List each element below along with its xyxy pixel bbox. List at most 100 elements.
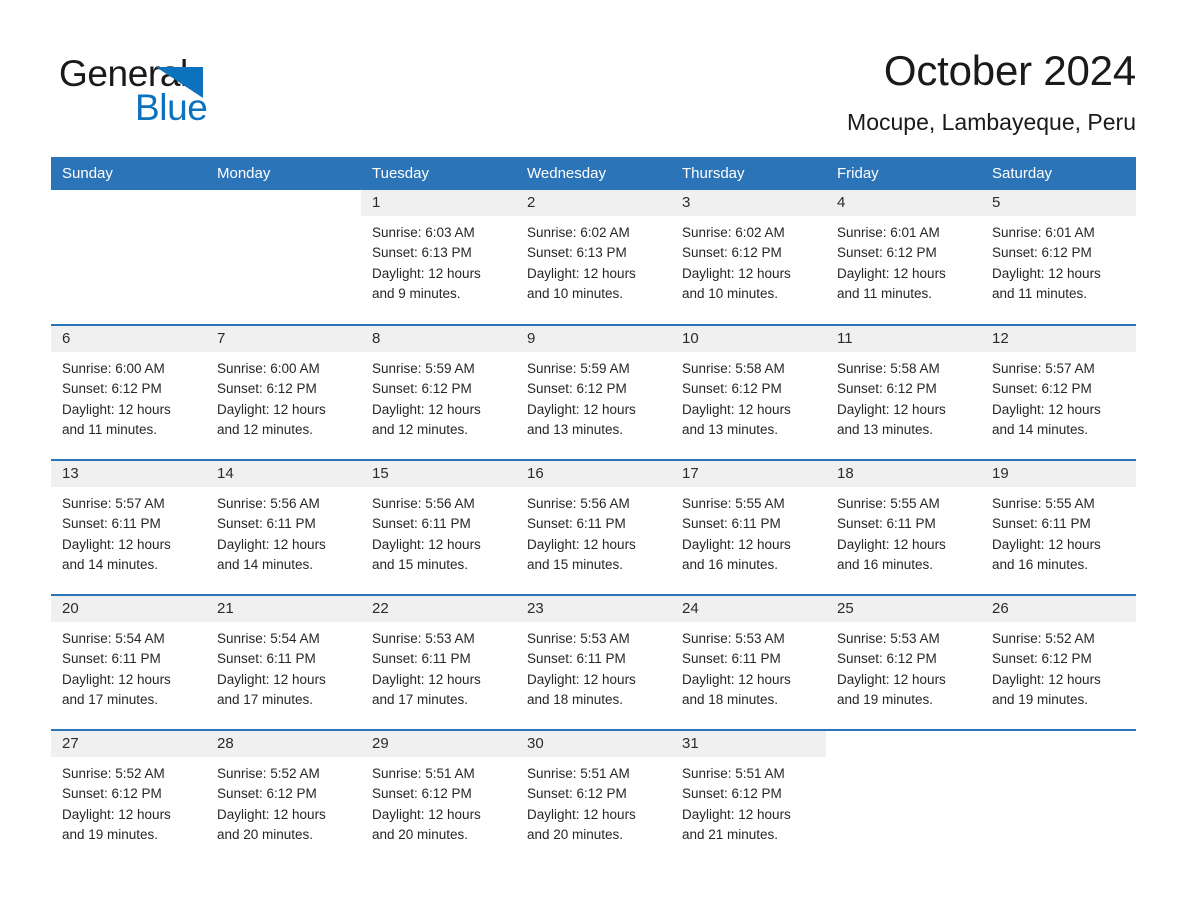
calendar-week-row: 13 Sunrise: 5:57 AM Sunset: 6:11 PM Dayligh… <box>51 459 1136 595</box>
day-cell-10[interactable]: 10 Sunrise: 5:58 AM Sunset: 6:12 PM Dayligh… <box>671 326 826 459</box>
day-cell-26[interactable]: 26 Sunrise: 5:52 AM Sunset: 6:12 PM Dayligh… <box>981 596 1136 729</box>
day-cell-24[interactable]: 24 Sunrise: 5:53 AM Sunset: 6:11 PM Dayligh… <box>671 596 826 729</box>
day-details: Sunrise: 5:56 AM Sunset: 6:11 PM Daylight:… <box>206 487 361 575</box>
sunset-text: Sunset: 6:11 PM <box>62 516 161 532</box>
day-cell-7[interactable]: 7 Sunrise: 6:00 AM Sunset: 6:12 PM Daylight… <box>206 326 361 459</box>
calendar-day-cell: 10 Sunrise: 5:58 AM Sunset: 6:12 PM Dayligh… <box>671 324 826 460</box>
daylight-text-line2: and 17 minutes. <box>372 691 469 707</box>
day-number: 6 <box>51 326 206 352</box>
daylight-text-line1: Daylight: 12 hours <box>682 671 791 687</box>
day-cell-5[interactable]: 5 Sunrise: 6:01 AM Sunset: 6:12 PM Daylight… <box>981 190 1136 324</box>
day-details: Sunrise: 6:00 AM Sunset: 6:12 PM Daylight:… <box>206 352 361 440</box>
sunset-text: Sunset: 6:11 PM <box>217 651 316 667</box>
sunset-text: Sunset: 6:11 PM <box>527 651 626 667</box>
sunrise-sunset-calendar: Sunday Monday Tuesday Wednesday Thursday Frid… <box>51 157 1136 865</box>
sunrise-text: Sunrise: 5:51 AM <box>527 766 630 781</box>
daylight-text-line2: and 14 minutes. <box>992 421 1089 437</box>
calendar-week-row: 27 Sunrise: 5:52 AM Sunset: 6:12 PM Dayligh… <box>51 729 1136 865</box>
daylight-text-line1: Daylight: 12 hours <box>62 806 171 822</box>
day-cell-18[interactable]: 18 Sunrise: 5:55 AM Sunset: 6:11 PM Dayligh… <box>826 461 981 594</box>
calendar-day-cell <box>981 729 1136 865</box>
day-cell-6[interactable]: 6 Sunrise: 6:00 AM Sunset: 6:12 PM Daylight… <box>51 326 206 459</box>
day-cell-9[interactable]: 9 Sunrise: 5:59 AM Sunset: 6:12 PM Daylight… <box>516 326 671 459</box>
daylight-text-line1: Daylight: 12 hours <box>837 671 946 687</box>
day-cell-16[interactable]: 16 Sunrise: 5:56 AM Sunset: 6:11 PM Dayligh… <box>516 461 671 594</box>
day-cell-20[interactable]: 20 Sunrise: 5:54 AM Sunset: 6:11 PM Dayligh… <box>51 596 206 729</box>
day-number: 15 <box>361 461 516 487</box>
day-cell-1[interactable]: 1 Sunrise: 6:03 AM Sunset: 6:13 PM Daylight… <box>361 190 516 324</box>
daylight-text-line2: and 20 minutes. <box>527 826 624 842</box>
day-cell-19[interactable]: 19 Sunrise: 5:55 AM Sunset: 6:11 PM Dayligh… <box>981 461 1136 594</box>
day-number: 11 <box>826 326 981 352</box>
sunrise-text: Sunrise: 5:54 AM <box>217 631 320 646</box>
day-details: Sunrise: 5:53 AM Sunset: 6:12 PM Daylight:… <box>826 622 981 710</box>
sunset-text: Sunset: 6:12 PM <box>992 651 1092 667</box>
daylight-text-line1: Daylight: 12 hours <box>837 536 946 552</box>
daylight-text-line1: Daylight: 12 hours <box>527 401 636 417</box>
day-number: 10 <box>671 326 826 352</box>
day-cell-3[interactable]: 3 Sunrise: 6:02 AM Sunset: 6:12 PM Daylight… <box>671 190 826 324</box>
calendar-day-cell: 19 Sunrise: 5:55 AM Sunset: 6:11 PM Dayligh… <box>981 459 1136 595</box>
sunset-text: Sunset: 6:12 PM <box>217 381 317 397</box>
sunset-text: Sunset: 6:12 PM <box>372 786 472 802</box>
weekday-header-row: Sunday Monday Tuesday Wednesday Thursday Frid… <box>51 157 1136 190</box>
day-cell-21[interactable]: 21 Sunrise: 5:54 AM Sunset: 6:11 PM Dayligh… <box>206 596 361 729</box>
day-number <box>51 190 206 216</box>
day-cell-4[interactable]: 4 Sunrise: 6:01 AM Sunset: 6:12 PM Daylight… <box>826 190 981 324</box>
calendar-day-cell: 26 Sunrise: 5:52 AM Sunset: 6:12 PM Dayligh… <box>981 594 1136 730</box>
day-cell-31[interactable]: 31 Sunrise: 5:51 AM Sunset: 6:12 PM Dayligh… <box>671 731 826 865</box>
sunrise-text: Sunrise: 5:59 AM <box>527 361 630 376</box>
sunrise-text: Sunrise: 5:56 AM <box>217 496 320 511</box>
sunrise-text: Sunrise: 6:02 AM <box>682 225 785 240</box>
sunrise-text: Sunrise: 5:51 AM <box>682 766 785 781</box>
weekday-header-friday: Friday <box>826 157 981 190</box>
day-details: Sunrise: 6:02 AM Sunset: 6:12 PM Daylight:… <box>671 216 826 304</box>
daylight-text-line2: and 17 minutes. <box>62 691 159 707</box>
daylight-text-line1: Daylight: 12 hours <box>682 401 791 417</box>
daylight-text-line1: Daylight: 12 hours <box>527 265 636 281</box>
calendar-day-cell: 1 Sunrise: 6:03 AM Sunset: 6:13 PM Daylight… <box>361 190 516 325</box>
day-number: 14 <box>206 461 361 487</box>
daylight-text-line1: Daylight: 12 hours <box>217 536 326 552</box>
sunset-text: Sunset: 6:11 PM <box>372 651 471 667</box>
day-cell-25[interactable]: 25 Sunrise: 5:53 AM Sunset: 6:12 PM Dayligh… <box>826 596 981 729</box>
daylight-text-line2: and 18 minutes. <box>527 691 624 707</box>
day-number: 7 <box>206 326 361 352</box>
day-cell-30[interactable]: 30 Sunrise: 5:51 AM Sunset: 6:12 PM Dayligh… <box>516 731 671 865</box>
day-cell-14[interactable]: 14 Sunrise: 5:56 AM Sunset: 6:11 PM Dayligh… <box>206 461 361 594</box>
daylight-text-line1: Daylight: 12 hours <box>372 401 481 417</box>
sunrise-text: Sunrise: 5:54 AM <box>62 631 165 646</box>
sunrise-text: Sunrise: 5:58 AM <box>682 361 785 376</box>
day-cell-29[interactable]: 29 Sunrise: 5:51 AM Sunset: 6:12 PM Dayligh… <box>361 731 516 865</box>
day-cell-23[interactable]: 23 Sunrise: 5:53 AM Sunset: 6:11 PM Dayligh… <box>516 596 671 729</box>
daylight-text-line1: Daylight: 12 hours <box>372 806 481 822</box>
sunrise-text: Sunrise: 6:01 AM <box>992 225 1095 240</box>
day-details: Sunrise: 5:51 AM Sunset: 6:12 PM Daylight:… <box>361 757 516 845</box>
day-details: Sunrise: 5:55 AM Sunset: 6:11 PM Daylight:… <box>981 487 1136 575</box>
sunset-text: Sunset: 6:12 PM <box>62 381 162 397</box>
daylight-text-line2: and 12 minutes. <box>217 421 314 437</box>
day-cell-15[interactable]: 15 Sunrise: 5:56 AM Sunset: 6:11 PM Dayligh… <box>361 461 516 594</box>
day-cell-2[interactable]: 2 Sunrise: 6:02 AM Sunset: 6:13 PM Daylight… <box>516 190 671 324</box>
weekday-header-wednesday: Wednesday <box>516 157 671 190</box>
day-details: Sunrise: 5:58 AM Sunset: 6:12 PM Daylight:… <box>826 352 981 440</box>
calendar-day-cell: 27 Sunrise: 5:52 AM Sunset: 6:12 PM Dayligh… <box>51 729 206 865</box>
sunrise-text: Sunrise: 5:55 AM <box>682 496 785 511</box>
day-cell-13[interactable]: 13 Sunrise: 5:57 AM Sunset: 6:11 PM Dayligh… <box>51 461 206 594</box>
generalblue-logo[interactable]: General Blue <box>59 52 319 132</box>
day-cell-17[interactable]: 17 Sunrise: 5:55 AM Sunset: 6:11 PM Dayligh… <box>671 461 826 594</box>
calendar-day-cell <box>51 190 206 325</box>
day-cell-12[interactable]: 12 Sunrise: 5:57 AM Sunset: 6:12 PM Dayligh… <box>981 326 1136 459</box>
day-cell-22[interactable]: 22 Sunrise: 5:53 AM Sunset: 6:11 PM Dayligh… <box>361 596 516 729</box>
day-number: 22 <box>361 596 516 622</box>
calendar-week-row: 1 Sunrise: 6:03 AM Sunset: 6:13 PM Daylight… <box>51 190 1136 325</box>
day-cell-27[interactable]: 27 Sunrise: 5:52 AM Sunset: 6:12 PM Dayligh… <box>51 731 206 865</box>
calendar-page: General Blue October 2024 Mocupe, Lambay… <box>0 0 1188 918</box>
day-cell-11[interactable]: 11 Sunrise: 5:58 AM Sunset: 6:12 PM Dayligh… <box>826 326 981 459</box>
calendar-day-cell: 25 Sunrise: 5:53 AM Sunset: 6:12 PM Dayligh… <box>826 594 981 730</box>
day-cell-28[interactable]: 28 Sunrise: 5:52 AM Sunset: 6:12 PM Dayligh… <box>206 731 361 865</box>
day-details: Sunrise: 5:54 AM Sunset: 6:11 PM Daylight:… <box>51 622 206 710</box>
day-number <box>981 731 1136 757</box>
day-cell-8[interactable]: 8 Sunrise: 5:59 AM Sunset: 6:12 PM Daylight… <box>361 326 516 459</box>
day-number: 12 <box>981 326 1136 352</box>
